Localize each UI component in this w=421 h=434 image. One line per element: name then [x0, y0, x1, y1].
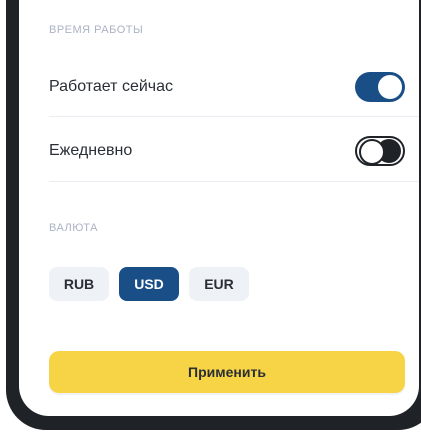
filter-panel: ВРЕМЯ РАБОТЫ Работает сейчас Ежедневно В… [19, 0, 419, 416]
row-open-now-label: Работает сейчас [49, 78, 174, 95]
toggle-knob [378, 75, 402, 99]
section-title-currency: ВАЛЮТА [49, 222, 98, 234]
row-daily-label: Ежедневно [49, 142, 133, 159]
apply-button[interactable]: Применить [49, 351, 405, 393]
row-open-now[interactable]: Работает сейчас [49, 56, 419, 118]
open-now-toggle[interactable] [355, 72, 405, 102]
section-title-hours: ВРЕМЯ РАБОТЫ [49, 24, 144, 36]
daily-toggle[interactable] [355, 136, 405, 166]
divider [49, 181, 419, 182]
currency-chip-eur[interactable]: EUR [189, 267, 249, 301]
divider [49, 116, 419, 117]
row-daily[interactable]: Ежедневно [49, 120, 419, 182]
currency-selector: RUB USD EUR [49, 267, 249, 301]
currency-chip-rub[interactable]: RUB [49, 267, 109, 301]
toggle-knob [359, 139, 385, 165]
currency-chip-usd[interactable]: USD [119, 267, 179, 301]
